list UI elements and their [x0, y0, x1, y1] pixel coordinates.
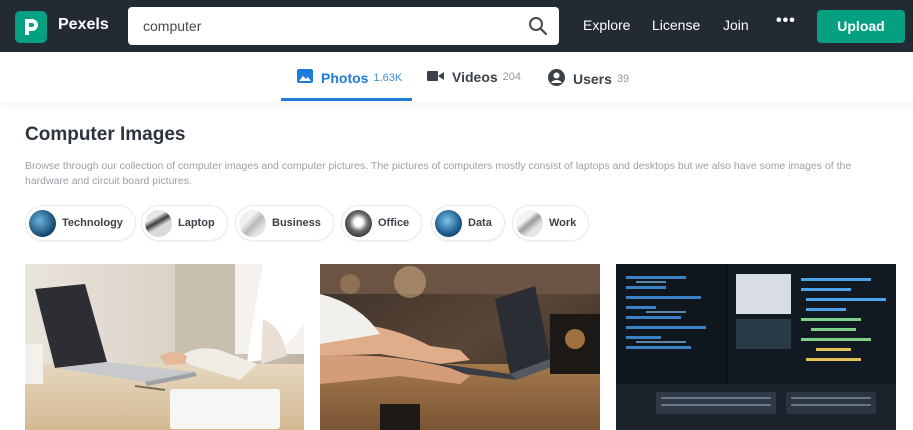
tab-label: Users	[573, 71, 612, 87]
photo-icon	[297, 69, 313, 86]
tab-photos[interactable]: Photos 1.63K	[297, 69, 402, 86]
photo-card-code-monitors[interactable]	[616, 264, 896, 430]
nav-join[interactable]: Join	[723, 17, 749, 33]
chip-thumbnail	[239, 209, 266, 237]
tab-label: Photos	[321, 69, 369, 86]
chip-label: Technology	[62, 217, 123, 229]
search-input[interactable]: computer	[143, 18, 201, 34]
chip-office[interactable]: Office	[341, 205, 423, 241]
chip-thumbnail	[516, 209, 543, 237]
nav-explore[interactable]: Explore	[583, 17, 630, 33]
top-navbar: Pexels computer Explore License Join •••…	[0, 0, 913, 52]
tab-videos[interactable]: Videos 204	[427, 69, 521, 85]
tab-count: 39	[616, 73, 630, 85]
photo-image	[25, 264, 304, 430]
search-bar[interactable]: computer	[128, 7, 559, 45]
tab-count: 204	[502, 71, 522, 83]
active-tab-indicator	[281, 98, 412, 101]
page-title: Computer Images	[25, 124, 186, 145]
search-icon[interactable]	[527, 15, 549, 37]
video-icon	[427, 69, 444, 85]
page-description: Browse through our collection of compute…	[25, 160, 852, 187]
tab-users[interactable]: Users 39	[548, 69, 629, 89]
chip-label: Laptop	[178, 217, 215, 229]
brand-name[interactable]: Pexels	[58, 16, 109, 34]
chip-label: Data	[468, 217, 492, 229]
chip-data[interactable]: Data	[431, 205, 505, 241]
search-tabs: Photos 1.63K Videos 204 Users 39	[0, 52, 913, 102]
nav-license[interactable]: License	[652, 17, 700, 33]
chip-work[interactable]: Work	[512, 205, 590, 241]
photo-card-typing-laptop[interactable]	[320, 264, 600, 430]
chip-thumbnail	[345, 209, 372, 237]
user-icon	[548, 69, 565, 89]
pexels-logo-icon[interactable]	[15, 11, 47, 43]
chip-business[interactable]: Business	[235, 205, 334, 241]
chip-thumbnail	[145, 209, 172, 237]
tab-count: 1.63K	[373, 71, 403, 84]
chip-label: Office	[378, 217, 410, 229]
upload-button[interactable]: Upload	[817, 10, 905, 43]
chip-technology[interactable]: Technology	[25, 205, 136, 241]
chip-label: Work	[549, 217, 577, 229]
chip-thumbnail	[435, 209, 462, 237]
photo-card-laptop-desk[interactable]	[25, 264, 304, 430]
chip-label: Business	[272, 217, 321, 229]
more-icon[interactable]: •••	[776, 12, 796, 30]
chip-thumbnail	[29, 209, 56, 237]
chip-laptop[interactable]: Laptop	[141, 205, 228, 241]
photo-image	[320, 264, 600, 430]
photo-image	[616, 264, 896, 430]
tab-label: Videos	[452, 69, 498, 85]
